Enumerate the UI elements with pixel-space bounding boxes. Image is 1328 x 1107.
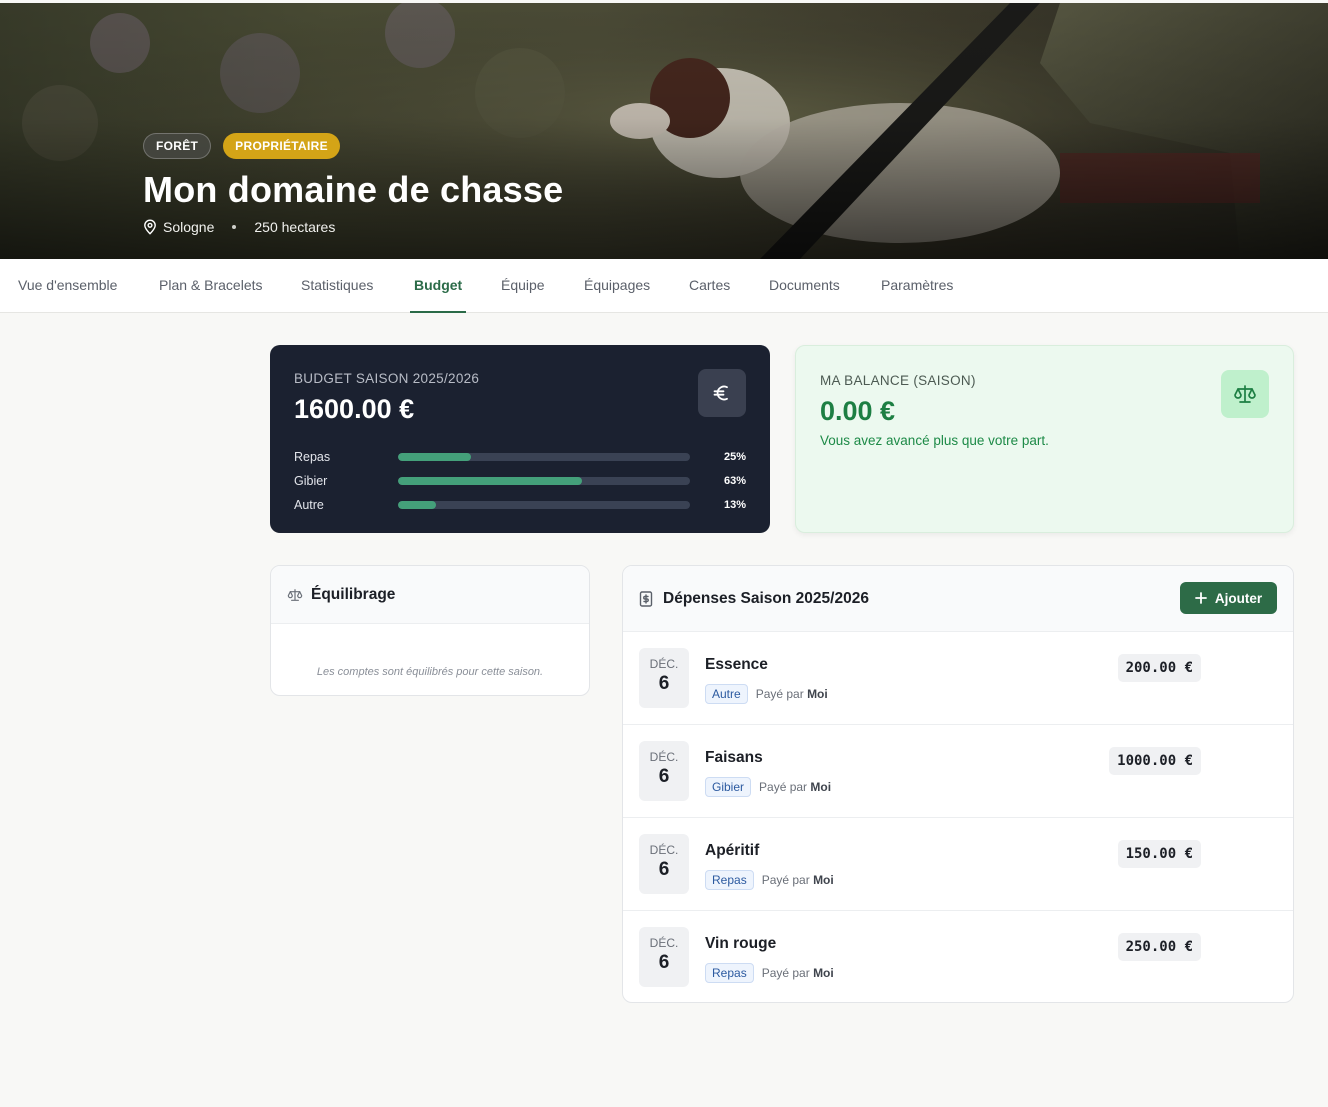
category-badge: Repas <box>705 963 754 983</box>
budget-label: BUDGET SAISON 2025/2026 <box>294 371 480 386</box>
plus-icon <box>1194 592 1207 604</box>
hero-location: Sologne <box>163 219 215 235</box>
expense-row[interactable]: DÉC. 6 Apéritif Repas Payé par Moi 150.0… <box>623 818 1293 911</box>
equilibrage-title: Équilibrage <box>311 585 396 603</box>
expense-amount: 1000.00 € <box>1109 747 1201 775</box>
expense-name: Vin rouge <box>705 935 777 952</box>
budget-row-label: Autre <box>294 498 324 512</box>
expenses-title: Dépenses Saison 2025/2026 <box>663 589 869 607</box>
balance-label: MA BALANCE (SAISON) <box>820 373 976 388</box>
tab-documents[interactable]: Documents <box>765 259 844 313</box>
expenses-card: Dépenses Saison 2025/2026 Ajouter DÉC. 6… <box>622 565 1294 1003</box>
budget-row-label: Repas <box>294 450 331 464</box>
budget-bar-fill <box>398 501 436 509</box>
date-badge: DÉC. 6 <box>639 648 689 708</box>
scale-icon <box>287 588 303 601</box>
budget-bar-fill <box>398 453 471 461</box>
tag-forest: FORÊT <box>143 133 212 159</box>
date-badge: DÉC. 6 <box>639 834 689 894</box>
budget-row-pct: 13% <box>723 499 746 511</box>
balance-note: Vous avez avancé plus que votre part. <box>820 433 1049 448</box>
paid-by: Payé par Moi <box>761 873 834 887</box>
euro-icon <box>698 369 746 417</box>
tab-team[interactable]: Équipe <box>497 259 549 313</box>
tab-statistics[interactable]: Statistiques <box>297 259 377 313</box>
expense-row[interactable]: DÉC. 6 Faisans Gibier Payé par Moi 1000.… <box>623 725 1293 818</box>
map-pin-icon <box>144 219 156 235</box>
tab-maps[interactable]: Cartes <box>685 259 734 313</box>
budget-bar-fill <box>398 477 582 485</box>
expense-row[interactable]: DÉC. 6 Essence Autre Payé par Moi 200.00… <box>623 632 1293 725</box>
expense-amount: 150.00 € <box>1117 840 1201 868</box>
budget-row: Gibier 63% <box>294 469 746 493</box>
expense-amount: 250.00 € <box>1117 933 1201 961</box>
budget-card: BUDGET SAISON 2025/2026 1600.00 € Repas … <box>270 345 770 533</box>
expense-name: Essence <box>705 656 768 673</box>
paid-by: Payé par Moi <box>761 966 834 980</box>
date-badge: DÉC. 6 <box>639 927 689 987</box>
tag-owner: PROPRIÉTAIRE <box>223 133 340 159</box>
expense-name: Faisans <box>705 749 763 766</box>
hero-content: FORÊT PROPRIÉTAIRE Mon domaine de chasse… <box>143 133 563 235</box>
add-expense-button[interactable]: Ajouter <box>1180 582 1277 614</box>
tab-plan-bracelets[interactable]: Plan & Bracelets <box>155 259 267 313</box>
budget-breakdown: Repas 25% Gibier 63% Autre 13% <box>294 445 746 517</box>
expense-name: Apéritif <box>705 842 760 859</box>
budget-row: Autre 13% <box>294 493 746 517</box>
budget-amount: 1600.00 € <box>294 394 415 424</box>
expense-row[interactable]: DÉC. 6 Vin rouge Repas Payé par Moi 250.… <box>623 911 1293 1002</box>
equilibrage-card: Équilibrage Les comptes sont équilibrés … <box>270 565 590 696</box>
tab-bar: Vue d'ensemble Plan & Bracelets Statisti… <box>0 259 1328 313</box>
paid-by: Payé par Moi <box>759 780 832 794</box>
tab-settings[interactable]: Paramètres <box>877 259 957 313</box>
budget-row-label: Gibier <box>294 474 328 488</box>
category-badge: Autre <box>705 684 748 704</box>
receipt-icon <box>639 590 653 607</box>
category-badge: Gibier <box>705 777 752 797</box>
tab-budget[interactable]: Budget <box>410 259 467 313</box>
expense-amount: 200.00 € <box>1117 654 1201 682</box>
tab-overview[interactable]: Vue d'ensemble <box>14 259 121 313</box>
scale-icon <box>1221 370 1269 418</box>
budget-row-pct: 25% <box>723 451 746 463</box>
hero-banner: FORÊT PROPRIÉTAIRE Mon domaine de chasse… <box>0 3 1328 259</box>
tab-crews[interactable]: Équipages <box>580 259 654 313</box>
equilibrage-empty-message: Les comptes sont équilibrés pour cette s… <box>316 666 544 678</box>
hero-area: 250 hectares <box>254 219 336 235</box>
date-badge: DÉC. 6 <box>639 741 689 801</box>
balance-card: MA BALANCE (SAISON) 0.00 € Vous avez ava… <box>795 345 1294 533</box>
page-title: Mon domaine de chasse <box>143 169 564 210</box>
balance-amount: 0.00 € <box>820 396 896 426</box>
budget-row: Repas 25% <box>294 445 746 469</box>
paid-by: Payé par Moi <box>755 687 828 701</box>
hero-meta: Sologne 250 hectares <box>143 219 563 235</box>
budget-row-pct: 63% <box>723 475 746 487</box>
category-badge: Repas <box>705 870 754 890</box>
